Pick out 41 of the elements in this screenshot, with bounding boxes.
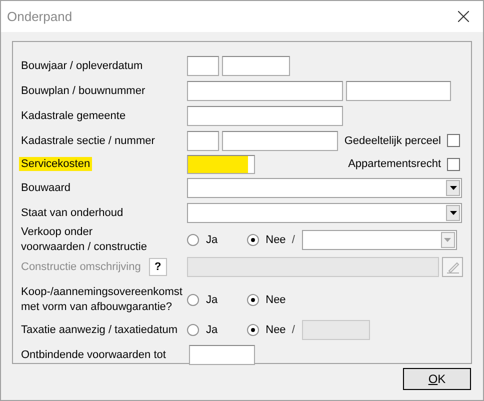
separator-text: / xyxy=(292,234,296,246)
checkbox-label: Appartementsrecht xyxy=(348,158,441,170)
input-field[interactable] xyxy=(222,130,338,150)
field-label: Bouwaard xyxy=(21,182,72,194)
input-field[interactable] xyxy=(222,56,290,76)
checkbox-label: Gedeeltelijk perceel xyxy=(344,134,441,146)
input-field[interactable] xyxy=(187,130,219,150)
field-label: Staat van onderhoud xyxy=(21,206,124,218)
radio-option[interactable]: Nee xyxy=(246,234,286,246)
radio-option[interactable]: Ja xyxy=(187,324,218,336)
checkbox[interactable] xyxy=(447,134,460,147)
field-label: Bouwplan / bouwnummer xyxy=(21,84,146,96)
input-field[interactable] xyxy=(189,344,255,364)
input-field[interactable] xyxy=(187,80,343,100)
input-field[interactable] xyxy=(187,56,219,76)
radio-option[interactable]: Ja xyxy=(187,294,218,306)
field-label: Ontbindende voorwaarden tot xyxy=(21,348,167,360)
field-label: Bouwjaar / opleverdatum xyxy=(21,60,144,72)
pencil-icon xyxy=(446,260,460,274)
separator-text: / xyxy=(292,324,296,336)
input-field[interactable] xyxy=(187,256,439,276)
dropdown[interactable] xyxy=(187,178,462,198)
radio-option[interactable]: Nee xyxy=(246,324,286,336)
dropdown[interactable] xyxy=(187,202,462,222)
field-label: Kadastrale sectie / nummer xyxy=(21,134,156,146)
field-label: Kadastrale gemeente xyxy=(21,110,127,122)
field-label: Verkoop onder voorwaarden / constructie xyxy=(21,225,148,255)
input-field[interactable] xyxy=(346,80,451,100)
checkbox[interactable] xyxy=(447,158,460,170)
input-field[interactable] xyxy=(187,106,343,126)
field-label: Servicekosten xyxy=(19,157,92,171)
edit-button[interactable] xyxy=(442,256,463,276)
ok-button[interactable]: OK xyxy=(403,368,471,390)
window-title: Onderpand xyxy=(7,9,72,24)
input-field[interactable] xyxy=(187,154,255,174)
radio-option[interactable]: Ja xyxy=(187,234,218,246)
close-icon[interactable] xyxy=(458,11,469,22)
field-label: Constructie omschrijving xyxy=(21,260,141,272)
field-label: Taxatie aanwezig / taxatiedatum xyxy=(21,324,179,336)
field-label: Koop-/aannemingsovereenkomst met vorm van afbouwgarantie? xyxy=(21,285,184,315)
radio-option[interactable]: Nee xyxy=(246,294,286,306)
